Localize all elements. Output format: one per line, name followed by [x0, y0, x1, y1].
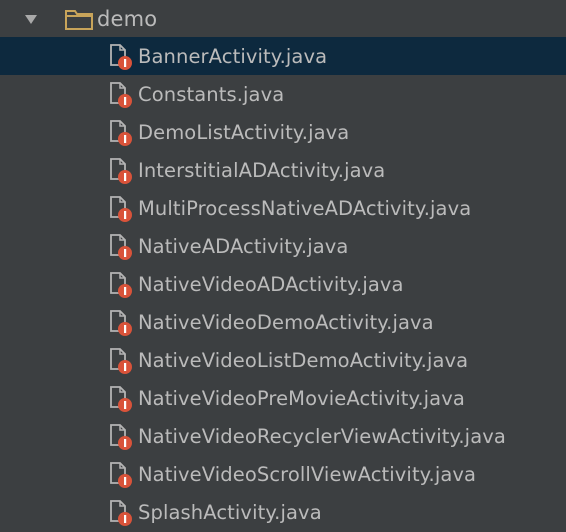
java-class-file-icon [110, 500, 132, 526]
tree-file-item[interactable]: NativeVideoADActivity.java [0, 265, 566, 303]
chevron-down-icon[interactable] [24, 12, 38, 26]
file-label: SplashActivity.java [138, 500, 322, 524]
file-label: NativeADActivity.java [138, 234, 349, 258]
tree-file-item[interactable]: NativeVideoRecyclerViewActivity.java [0, 417, 566, 455]
tree-file-item[interactable]: InterstitialADActivity.java [0, 151, 566, 189]
tree-file-item[interactable]: MultiProcessNativeADActivity.java [0, 189, 566, 227]
java-class-file-icon [110, 462, 132, 488]
java-class-file-icon [110, 120, 132, 146]
folder-icon [65, 10, 93, 30]
java-class-file-icon [110, 424, 132, 450]
java-class-file-icon [110, 310, 132, 336]
tree-file-item[interactable]: NativeVideoPreMovieActivity.java [0, 379, 566, 417]
file-label: BannerActivity.java [138, 44, 328, 68]
file-label: NativeVideoRecyclerViewActivity.java [138, 424, 506, 448]
tree-file-item[interactable]: NativeVideoListDemoActivity.java [0, 341, 566, 379]
file-label: MultiProcessNativeADActivity.java [138, 196, 472, 220]
file-label: NativeVideoDemoActivity.java [138, 310, 434, 334]
tree-file-item[interactable]: Constants.java [0, 75, 566, 113]
java-class-file-icon [110, 196, 132, 222]
file-label: NativeVideoScrollViewActivity.java [138, 462, 477, 486]
java-class-file-icon [110, 272, 132, 298]
java-class-file-icon [110, 234, 132, 260]
folder-label: demo [97, 7, 158, 31]
file-label: NativeVideoListDemoActivity.java [138, 348, 469, 372]
tree-file-item[interactable]: NativeADActivity.java [0, 227, 566, 265]
tree-file-item[interactable]: DemoListActivity.java [0, 113, 566, 151]
java-class-file-icon [110, 158, 132, 184]
file-label: NativeVideoPreMovieActivity.java [138, 386, 465, 410]
project-tree: demo BannerActivity.java Constants.java De… [0, 0, 566, 532]
tree-file-item[interactable]: NativeVideoDemoActivity.java [0, 303, 566, 341]
java-class-file-icon [110, 82, 132, 108]
file-label: DemoListActivity.java [138, 120, 350, 144]
java-class-file-icon [110, 348, 132, 374]
tree-folder-demo[interactable]: demo [0, 0, 566, 38]
file-label: Constants.java [138, 82, 285, 106]
tree-file-item[interactable]: NativeVideoScrollViewActivity.java [0, 455, 566, 493]
java-class-file-icon [110, 386, 132, 412]
tree-file-item[interactable]: BannerActivity.java [0, 37, 566, 75]
file-label: InterstitialADActivity.java [138, 158, 386, 182]
file-label: NativeVideoADActivity.java [138, 272, 404, 296]
java-class-file-icon [110, 44, 132, 70]
tree-file-item[interactable]: SplashActivity.java [0, 493, 566, 531]
